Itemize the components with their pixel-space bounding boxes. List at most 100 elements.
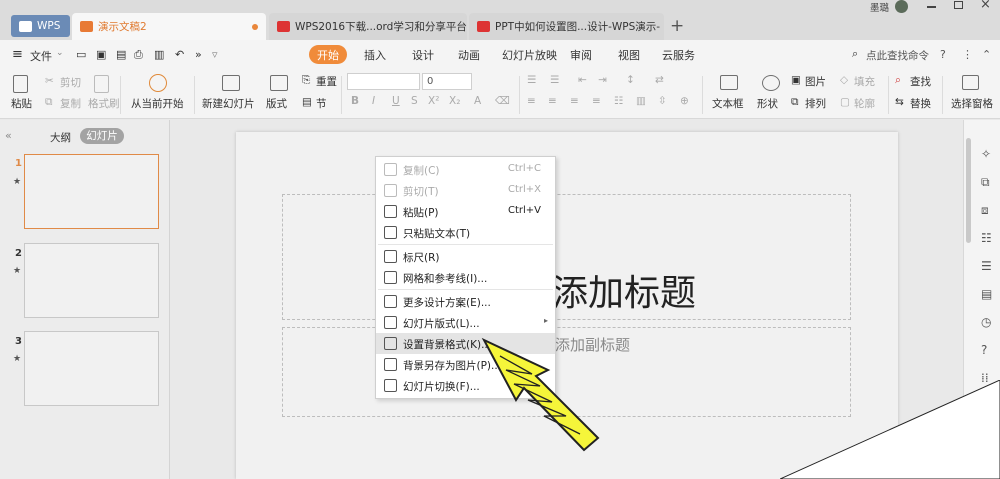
justify-icon[interactable]: ≡ [592, 95, 601, 107]
from-current-button[interactable]: 从当前开始 [131, 96, 184, 111]
font-name-select[interactable] [347, 73, 420, 90]
font-size-select[interactable]: 0 [422, 73, 472, 90]
paste-button[interactable]: 粘贴 [11, 96, 32, 111]
scrollbar[interactable] [966, 138, 971, 243]
replace-button[interactable]: 替换 [910, 96, 931, 111]
menu-paste-text-only[interactable]: 只粘贴文本(T) [376, 222, 555, 243]
customize-icon[interactable]: ▿ [212, 48, 218, 61]
text-direction-icon[interactable]: ⇄ [655, 74, 664, 86]
tab-animation[interactable]: 动画 [458, 47, 480, 63]
picture-button[interactable]: 图片 [805, 74, 826, 89]
archive-icon[interactable]: ▤ [981, 287, 992, 301]
help-icon[interactable]: ? [940, 48, 946, 61]
search-icon[interactable]: ⌕ [852, 47, 858, 61]
print-preview-icon[interactable]: ▥ [154, 48, 164, 61]
layout-icon[interactable] [270, 75, 288, 91]
reset-button[interactable]: 重置 [316, 74, 337, 89]
shapes-icon[interactable]: ⧈ [981, 203, 989, 218]
tab-design[interactable]: 设计 [412, 47, 434, 63]
format-painter-icon[interactable] [94, 75, 109, 93]
file-menu[interactable]: 文件 [30, 48, 52, 64]
menu-copy[interactable]: 复制(C) Ctrl+C [376, 159, 555, 180]
collapse-ribbon-icon[interactable]: ⌃ [982, 48, 991, 61]
fill-button[interactable]: 填充 [854, 74, 875, 89]
minimize-icon[interactable] [927, 6, 936, 8]
increase-indent-icon[interactable]: ⇥ [598, 74, 607, 86]
align-right-icon[interactable]: ≡ [570, 95, 579, 107]
new-slide-icon[interactable] [222, 75, 240, 91]
user-name[interactable]: 墨璐 [870, 0, 889, 14]
menu-paste[interactable]: 粘贴(P) Ctrl+V [376, 201, 555, 222]
menu-cut[interactable]: 剪切(T) Ctrl+X [376, 180, 555, 201]
bold-icon[interactable]: B [351, 95, 359, 107]
columns-icon[interactable]: ▥ [636, 95, 646, 107]
maximize-icon[interactable] [954, 1, 963, 9]
tab-wps-download[interactable]: WPS2016下载...ord学习和分享平台 [269, 13, 467, 40]
underline-icon[interactable]: U [392, 95, 400, 107]
numbering-icon[interactable]: ☰ [550, 74, 559, 86]
selection-pane-button[interactable]: 选择窗格 [951, 96, 993, 111]
tab-cloud[interactable]: 云服务 [662, 47, 695, 63]
slide-thumbnail[interactable] [24, 331, 159, 406]
help-icon[interactable]: ? [981, 343, 987, 357]
tab-ppt-article[interactable]: PPT中如何设置图...设计-WPS演示- [469, 13, 664, 40]
align-center-icon[interactable]: ≡ [548, 95, 557, 107]
open-folder-icon[interactable]: ▭ [76, 48, 86, 61]
slide-thumbnail[interactable] [24, 243, 159, 318]
copy-button[interactable]: 复制 [60, 96, 81, 111]
tab-view[interactable]: 视图 [618, 47, 640, 63]
textbox-button[interactable]: 文本框 [712, 96, 744, 111]
align-left-icon[interactable]: ≡ [527, 95, 536, 107]
text-effect-icon[interactable]: ⊕ [680, 95, 689, 107]
avatar[interactable] [895, 0, 908, 13]
vertical-align-icon[interactable]: ⇳ [658, 95, 667, 107]
find-button[interactable]: 查找 [910, 74, 931, 89]
tab-presentation-2[interactable]: 演示文稿2 [72, 13, 266, 40]
more-icon[interactable]: » [195, 48, 202, 61]
tab-insert[interactable]: 插入 [364, 47, 386, 63]
adjust-icon[interactable]: ☰ [981, 259, 992, 273]
tab-slideshow[interactable]: 幻灯片放映 [502, 47, 557, 63]
menu-grid-guides[interactable]: 网格和参考线(I)... [376, 267, 555, 288]
font-color-icon[interactable]: A [474, 95, 481, 107]
new-tab-button[interactable]: + [670, 16, 684, 36]
magic-icon[interactable]: ✧ [981, 147, 991, 161]
save-icon[interactable]: ▣ [96, 48, 106, 61]
superscript-icon[interactable]: X² [428, 95, 439, 107]
slide-thumbnail[interactable] [24, 154, 159, 229]
selection-pane-icon[interactable] [962, 75, 979, 90]
history-icon[interactable]: ◷ [981, 315, 991, 329]
section-button[interactable]: 节 [316, 96, 327, 111]
line-spacing-icon[interactable]: ↕ [626, 74, 635, 86]
shape-button[interactable]: 形状 [757, 96, 778, 111]
paste-icon[interactable] [13, 75, 28, 93]
textbox-icon[interactable] [720, 75, 738, 90]
menu-more-designs[interactable]: 更多设计方案(E)... [376, 291, 555, 312]
cut-button[interactable]: 剪切 [60, 75, 81, 90]
bullets-icon[interactable]: ☰ [527, 74, 536, 86]
print-icon[interactable]: ⎙ [134, 48, 143, 62]
strikethrough-icon[interactable]: S [411, 95, 418, 107]
clear-format-icon[interactable]: ⌫ [495, 95, 510, 107]
layout-button[interactable]: 版式 [266, 96, 287, 111]
hamburger-icon[interactable]: ≡ [12, 47, 23, 62]
tab-home[interactable]: 开始 [309, 45, 347, 64]
distribute-icon[interactable]: ☷ [614, 95, 623, 107]
tab-outline[interactable]: 大纲 [50, 130, 71, 145]
tab-wps-home[interactable]: WPS [11, 15, 70, 37]
shape-icon[interactable] [762, 75, 780, 91]
format-painter-button[interactable]: 格式刷 [88, 96, 120, 111]
play-icon[interactable] [149, 74, 167, 92]
italic-icon[interactable]: I [372, 95, 375, 107]
outline-button[interactable]: 轮廓 [854, 96, 875, 111]
new-slide-button[interactable]: 新建幻灯片 [202, 96, 255, 111]
close-icon[interactable]: × [980, 0, 991, 12]
settings-icon[interactable]: ☷ [981, 231, 992, 245]
menu-ruler[interactable]: 标尺(R) [376, 246, 555, 267]
command-search[interactable]: 点此查找命令 [866, 48, 929, 63]
tab-slides[interactable]: 幻灯片 [80, 128, 124, 144]
decrease-indent-icon[interactable]: ⇤ [578, 74, 587, 86]
subscript-icon[interactable]: X₂ [449, 95, 460, 107]
undo-icon[interactable]: ↶ [175, 48, 184, 61]
arrange-button[interactable]: 排列 [805, 96, 826, 111]
